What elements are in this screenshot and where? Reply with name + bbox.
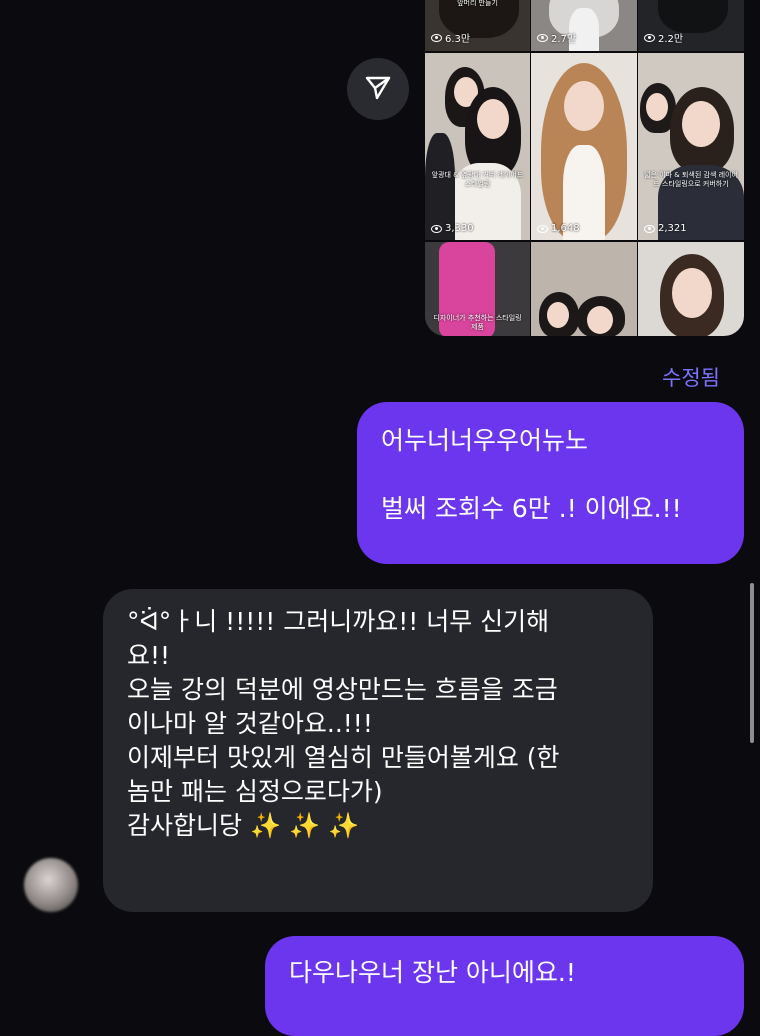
view-count: 1,648 (537, 223, 580, 234)
media-thumbnail[interactable]: 1,648 (531, 53, 637, 240)
thumbnail-caption: 디자이너가 추천하는 스타일링 제품 (433, 314, 522, 331)
media-thumbnail[interactable] (531, 242, 637, 336)
eye-icon (431, 224, 442, 233)
media-thumbnail[interactable]: 앞광대 & 옆광대 커버 레이어드 스타일링 3,330 (425, 53, 530, 240)
scrollbar[interactable] (750, 583, 754, 743)
media-thumbnail[interactable] (638, 242, 744, 336)
view-count: 2,321 (644, 223, 687, 234)
received-message-bubble[interactable]: °ᐛ°ㅏ니 !!!!! 그러니까요!! 너무 신기해 요!! 오늘 강의 덕분에… (103, 589, 653, 912)
view-count: 6.3만 (431, 30, 470, 45)
share-send-icon (363, 72, 393, 106)
eye-icon (537, 33, 548, 42)
sent-message-bubble[interactable]: 어누너너우우어뉴노 벌써 조회수 6만 .! 이에요.!! (357, 402, 744, 564)
sent-message-bubble[interactable]: 다우나우너 장난 아니에요.! (265, 936, 744, 1036)
edited-label: 수정됨 (662, 366, 720, 390)
shared-media-grid[interactable]: 앞머리 만들기 6.3만 2.7만 2.2만 앞광대 & 옆광대 커버 레이어드… (425, 0, 744, 336)
share-button[interactable] (347, 58, 409, 120)
thumbnail-caption: 앞광대 & 옆광대 커버 레이어드 스타일링 (431, 171, 524, 188)
view-count: 2.7만 (537, 30, 576, 45)
media-thumbnail[interactable]: 2.7만 (531, 0, 637, 51)
view-count: 2.2만 (644, 30, 683, 45)
media-thumbnail[interactable]: 넓은 이마 & 퇴색된 감색 레이어드 스타일링으로 커버하기 2,321 (638, 53, 744, 240)
eye-icon (644, 224, 655, 233)
view-count: 3,330 (431, 223, 474, 234)
media-thumbnail[interactable]: 디자이너가 추천하는 스타일링 제품 (425, 242, 530, 336)
eye-icon (537, 224, 548, 233)
thumbnail-caption: 앞머리 만들기 (457, 0, 498, 7)
thumbnail-caption: 넓은 이마 & 퇴색된 감색 레이어드 스타일링으로 커버하기 (644, 171, 738, 188)
media-thumbnail[interactable]: 앞머리 만들기 6.3만 (425, 0, 530, 51)
media-thumbnail[interactable]: 2.2만 (638, 0, 744, 51)
avatar[interactable] (24, 858, 78, 912)
eye-icon (644, 33, 655, 42)
eye-icon (431, 33, 442, 42)
